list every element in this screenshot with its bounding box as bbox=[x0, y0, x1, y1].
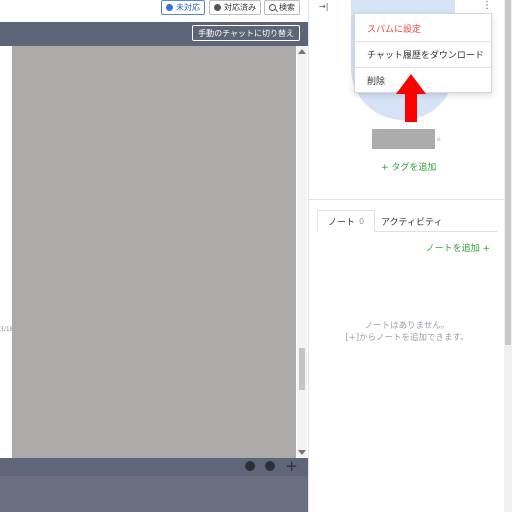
unhandled-button[interactable]: 未対応 bbox=[161, 0, 205, 15]
scroll-thumb[interactable] bbox=[299, 348, 305, 390]
red-arrow-icon bbox=[396, 74, 426, 122]
divider bbox=[309, 199, 505, 200]
menu-item-download-history[interactable]: チャット履歴をダウンロード bbox=[355, 41, 491, 67]
switch-manual-chat-button[interactable]: 手動のチャットに切り替え bbox=[192, 25, 300, 41]
chat-messages-redacted bbox=[12, 46, 296, 460]
scroll-down-icon[interactable] bbox=[298, 450, 306, 455]
bubble-icon bbox=[166, 4, 173, 11]
emoji-icon[interactable] bbox=[245, 461, 255, 471]
add-plus-icon[interactable]: + bbox=[285, 458, 298, 475]
quick-reply-icon[interactable] bbox=[265, 461, 275, 471]
name-edit-hint: e bbox=[437, 136, 441, 143]
chat-body: 3/18 bbox=[0, 46, 308, 460]
add-tag-link[interactable]: + タグを追加 bbox=[381, 160, 436, 173]
switch-manual-label: 手動のチャットに切り替え bbox=[198, 28, 294, 38]
composer-toolbar: + bbox=[0, 458, 308, 476]
tab-notes[interactable]: ノート 0 bbox=[317, 210, 376, 232]
handled-label: 対応済み bbox=[224, 2, 256, 12]
status-toolbar: 未対応 対応済み 検索 bbox=[0, 0, 308, 22]
empty-notes-message: ノートはありません。 [+]からノートを追加できます。 bbox=[309, 320, 505, 344]
scroll-up-icon[interactable] bbox=[298, 49, 306, 54]
panel-scroll-thumb[interactable] bbox=[505, 0, 511, 345]
empty-notes-line2: [+]からノートを追加できます。 bbox=[345, 333, 469, 343]
tab-activity-label: アクティビティ bbox=[381, 217, 443, 228]
chat-pane: 未対応 対応済み 検索 手動のチャットに切り替え 3/18 + bbox=[0, 0, 308, 512]
tab-notes-count: 0 bbox=[359, 216, 365, 226]
menu-item-mark-spam[interactable]: スパムに設定 bbox=[355, 15, 491, 41]
add-note-link[interactable]: ノートを追加 + bbox=[426, 241, 490, 254]
chat-bubble-icon bbox=[214, 4, 221, 11]
collapse-panel-icon[interactable]: →| bbox=[319, 2, 328, 11]
panel-scrollbar[interactable] bbox=[504, 0, 512, 512]
search-label: 検索 bbox=[279, 2, 295, 12]
empty-notes-line1: ノートはありません。 bbox=[364, 321, 450, 331]
chat-scrollbar[interactable] bbox=[297, 46, 307, 458]
tab-activity[interactable]: アクティビティ bbox=[371, 210, 452, 232]
app-root: 未対応 対応済み 検索 手動のチャットに切り替え 3/18 + →| ⋮ e +… bbox=[0, 0, 512, 512]
message-input-area[interactable] bbox=[0, 476, 308, 512]
search-icon bbox=[269, 4, 276, 11]
notes-tabs: ノート 0 アクティビティ bbox=[317, 210, 497, 232]
more-options-icon[interactable]: ⋮ bbox=[482, 0, 492, 11]
handled-button[interactable]: 対応済み bbox=[209, 0, 261, 15]
chat-header: 手動のチャットに切り替え bbox=[0, 22, 308, 46]
search-button[interactable]: 検索 bbox=[264, 0, 300, 15]
unhandled-label: 未対応 bbox=[176, 2, 200, 12]
user-name-redacted bbox=[372, 129, 435, 149]
tab-notes-label: ノート bbox=[328, 217, 356, 228]
